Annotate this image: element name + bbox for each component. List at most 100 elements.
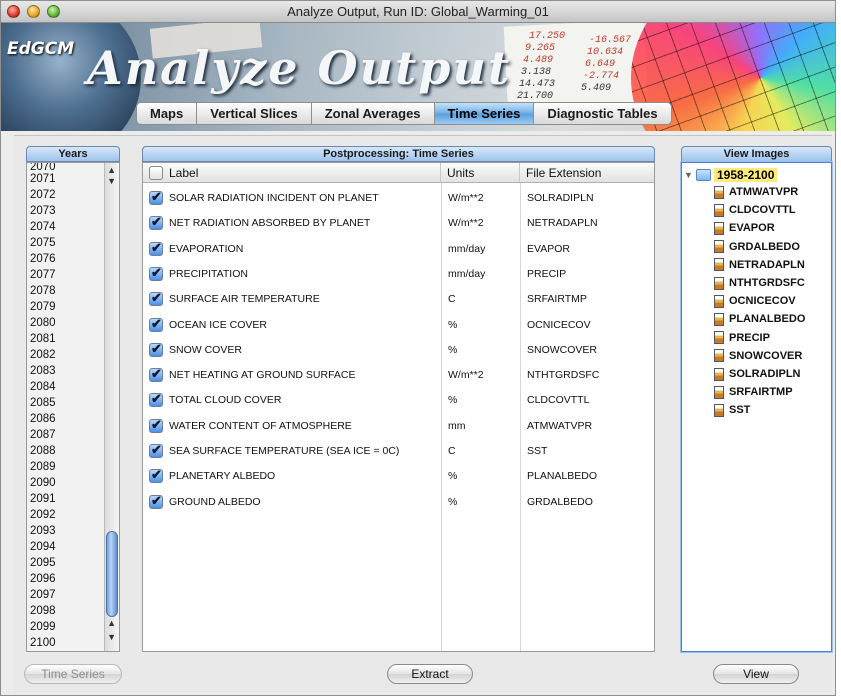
row-ext: SRFAIRTMP xyxy=(527,293,587,306)
table-row[interactable]: EVAPORATION mm/day EVAPOR xyxy=(143,238,654,263)
images-tree[interactable]: ▼ 1958-2100 ATMWATVPR CLDCOVTTL EVAPOR GRDA… xyxy=(681,162,832,652)
row-units: % xyxy=(448,470,458,483)
row-units: mm xyxy=(448,419,466,432)
row-ext: NTHTGRDSFC xyxy=(527,369,600,382)
row-checkbox[interactable] xyxy=(149,417,163,433)
table-row[interactable]: PLANETARY ALBEDO% PLANALBEDO xyxy=(143,465,654,490)
image-file-icon xyxy=(714,185,724,199)
years-list[interactable]: 2070 2071 2072 2073 2074 2075 2076 2077 2078 207… xyxy=(26,162,120,652)
row-label: SNOW COVER xyxy=(169,343,242,356)
image-file-icon xyxy=(714,385,724,399)
tree-image-item[interactable]: SNOWCOVER xyxy=(714,348,802,364)
tree-image-item[interactable]: OCNICECOV xyxy=(714,293,796,309)
row-checkbox[interactable] xyxy=(149,493,163,509)
table-row[interactable]: PRECIPITATION mm/day PRECIP xyxy=(143,263,654,288)
row-checkbox[interactable] xyxy=(149,265,163,281)
disclosure-triangle-icon[interactable]: ▼ xyxy=(684,170,696,180)
tree-image-item[interactable]: SOLRADIPLN xyxy=(714,366,801,382)
tree-item-label: PLANALBEDO xyxy=(729,313,806,326)
tree-item-label: GRDALBEDO xyxy=(729,240,800,253)
image-file-icon xyxy=(714,240,724,254)
row-checkbox[interactable] xyxy=(149,240,163,256)
select-all-checkbox[interactable] xyxy=(149,166,163,180)
row-units: mm/day xyxy=(448,242,486,255)
row-units: C xyxy=(448,293,456,306)
column-header-units[interactable]: Units xyxy=(441,163,520,183)
image-file-icon xyxy=(714,221,724,235)
row-checkbox[interactable] xyxy=(149,366,163,383)
years-scrollbar[interactable]: ▲ ▼ ▲ ▼ xyxy=(104,163,119,651)
row-checkbox[interactable] xyxy=(149,189,163,205)
table-row[interactable]: SURFACE AIR TEMPERATURE C SRFAIRTMP xyxy=(143,288,654,313)
tree-item-label: SST xyxy=(729,404,751,417)
years-panel-header: Years xyxy=(26,146,120,162)
extract-button[interactable]: Extract xyxy=(387,664,473,684)
table-row[interactable]: WATER CONTENT OF ATMOSPHERE mm ATMWATVPR xyxy=(143,415,654,440)
tree-image-item[interactable]: SST xyxy=(714,402,750,418)
row-checkbox[interactable] xyxy=(149,391,163,408)
row-checkbox[interactable] xyxy=(149,442,163,458)
banner-number: 14.473 xyxy=(519,79,556,90)
column-header-file-extension[interactable]: File Extension xyxy=(520,163,654,183)
tree-image-item[interactable]: PRECIP xyxy=(714,330,770,346)
table-row[interactable]: SOLAR RADIATION INCIDENT ON PLANET W/m**2… xyxy=(143,187,654,212)
tab-zonal-averages[interactable]: Zonal Averages xyxy=(310,102,434,125)
scroll-up-arrow-icon[interactable]: ▲ xyxy=(107,619,116,628)
tree-image-item[interactable]: EVAPOR xyxy=(714,220,775,236)
tab-vertical-slices[interactable]: Vertical Slices xyxy=(196,102,311,125)
row-checkbox[interactable] xyxy=(149,316,163,332)
table-row[interactable]: SEA SURFACE TEMPERATURE (SEA ICE = 0C) C S… xyxy=(143,440,654,465)
table-row[interactable]: NET RADIATION ABSORBED BY PLANET W/m**2 NE… xyxy=(143,212,654,237)
row-checkbox[interactable] xyxy=(149,214,163,231)
row-ext: SOLRADIPLN xyxy=(527,192,594,204)
title-bar: Analyze Output, Run ID: Global_Warming_0… xyxy=(1,1,835,23)
row-units: C xyxy=(448,445,456,457)
row-checkbox[interactable] xyxy=(149,341,163,357)
row-label: PRECIPITATION xyxy=(169,267,248,280)
table-row[interactable]: NET HEATING AT GROUND SURFACE W/m**2 NTHTG… xyxy=(143,364,654,389)
tree-image-item[interactable]: SRFAIRTMP xyxy=(714,384,793,400)
table-row[interactable]: TOTAL CLOUD COVER% CLDCOVTTL xyxy=(143,389,654,414)
time-series-button[interactable]: Time Series xyxy=(24,664,122,684)
column-header-label[interactable]: Label xyxy=(143,163,441,183)
tree-image-item[interactable]: NTHTGRDSFC xyxy=(714,275,805,291)
scroll-down-arrow-icon[interactable]: ▼ xyxy=(107,177,116,186)
row-ext: GRDALBEDO xyxy=(527,495,593,508)
row-label: SURFACE AIR TEMPERATURE xyxy=(169,293,320,306)
banner-number: 6.649 xyxy=(585,59,616,70)
row-label: SEA SURFACE TEMPERATURE (SEA ICE = 0C) xyxy=(169,445,400,457)
tree-image-item[interactable]: CLDCOVTTL xyxy=(714,202,796,218)
row-label: PLANETARY ALBEDO xyxy=(169,470,276,483)
tree-image-item[interactable]: GRDALBEDO xyxy=(714,239,800,255)
view-button[interactable]: View xyxy=(713,664,799,684)
banner-number: 5.409 xyxy=(581,83,612,94)
row-ext: SNOWCOVER xyxy=(527,343,598,356)
scroll-thumb[interactable] xyxy=(106,531,118,617)
banner-number: 17.250 xyxy=(529,31,566,42)
row-label: WATER CONTENT OF ATMOSPHERE xyxy=(169,419,352,432)
row-checkbox[interactable] xyxy=(149,290,163,307)
row-checkbox[interactable] xyxy=(149,467,163,484)
table-row[interactable]: SNOW COVER% SNOWCOVER xyxy=(143,339,654,364)
app-window: Analyze Output, Run ID: Global_Warming_0… xyxy=(0,0,836,696)
table-row[interactable]: GROUND ALBEDO% GRDALBEDO xyxy=(143,491,654,516)
row-label: EVAPORATION xyxy=(169,242,244,255)
image-file-icon xyxy=(714,349,724,363)
tree-image-item[interactable]: PLANALBEDO xyxy=(714,311,805,327)
row-ext: PLANALBEDO xyxy=(527,470,598,483)
tree-image-item[interactable]: NETRADAPLN xyxy=(714,257,805,273)
row-ext: ATMWATVPR xyxy=(527,419,593,432)
tab-maps[interactable]: Maps xyxy=(136,102,197,125)
table-row[interactable]: OCEAN ICE COVER% OCNICECOV xyxy=(143,314,654,339)
tab-time-series[interactable]: Time Series xyxy=(433,102,534,125)
tree-item-label: PRECIP xyxy=(729,331,770,344)
tab-diagnostic-tables[interactable]: Diagnostic Tables xyxy=(533,102,672,125)
tree-image-item[interactable]: ATMWATVPR xyxy=(714,184,798,200)
tree-item-label: NETRADAPLN xyxy=(729,258,805,271)
image-file-icon xyxy=(714,276,724,290)
scroll-down-arrow-icon[interactable]: ▼ xyxy=(107,633,116,642)
scroll-up-arrow-icon[interactable]: ▲ xyxy=(107,166,116,175)
image-file-icon xyxy=(714,403,724,417)
tree-root-folder[interactable]: ▼ 1958-2100 xyxy=(684,167,778,183)
row-units: W/m**2 xyxy=(448,217,484,230)
